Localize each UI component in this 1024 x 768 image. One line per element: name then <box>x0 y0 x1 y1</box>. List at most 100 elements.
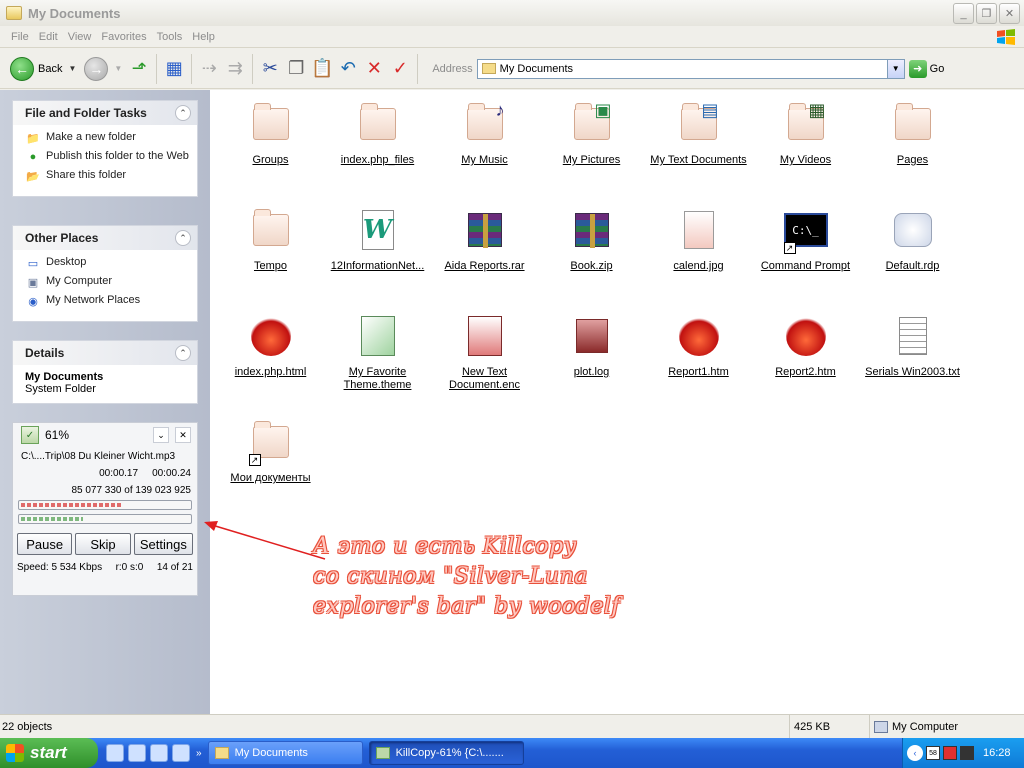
file-item[interactable]: Serials Win2003.txt <box>859 312 966 379</box>
quick-launch-chevron-icon[interactable]: » <box>196 748 202 759</box>
collapse-chevron-icon[interactable]: ⌃ <box>175 105 191 121</box>
views-icon[interactable]: ▦ <box>161 56 187 82</box>
back-button[interactable]: ← Back ▼ <box>6 54 80 84</box>
file-item[interactable]: plot.log <box>538 312 645 379</box>
icon-part <box>250 316 291 356</box>
clock[interactable]: 16:28 <box>983 747 1011 759</box>
file-item[interactable]: index.php_files <box>324 100 431 167</box>
place-network[interactable]: ◉ My Network Places <box>25 294 189 308</box>
file-item[interactable]: Groups <box>217 100 324 167</box>
file-item[interactable]: ▤ My Text Documents <box>645 100 752 167</box>
antivirus-icon[interactable] <box>943 746 957 760</box>
file-label: Groups <box>252 154 289 166</box>
file-label: Report2.htm <box>775 366 836 378</box>
copy-to-icon[interactable]: ⇉ <box>222 56 248 82</box>
file-item[interactable]: My Favorite Theme.theme <box>324 312 431 392</box>
address-dropdown-icon[interactable]: ▼ <box>886 59 904 78</box>
address-label: Address <box>432 62 473 75</box>
log-file-icon <box>568 312 616 360</box>
windows-logo-icon <box>6 744 24 762</box>
menu-help[interactable]: Help <box>187 31 220 43</box>
file-item[interactable]: index.php.html <box>217 312 324 379</box>
taskbar-item-my-documents[interactable]: My Documents <box>207 741 363 765</box>
go-button[interactable]: ➜ Go <box>908 59 945 78</box>
back-arrow-icon: ← <box>10 56 34 81</box>
file-item[interactable]: ▦ My Videos <box>752 100 859 167</box>
properties-icon[interactable]: ✓ <box>387 56 413 82</box>
file-item[interactable]: C:\_ ↗ Command Prompt <box>752 206 859 273</box>
menu-favorites[interactable]: Favorites <box>96 31 151 43</box>
file-folder-tasks-panel: File and Folder Tasks ⌃ 📁 Make a new fol… <box>12 100 198 197</box>
maximize-button[interactable]: ❐ <box>976 3 997 24</box>
network-status-icon[interactable] <box>960 746 974 760</box>
file-label: Default.rdp <box>885 260 940 272</box>
menu-file[interactable]: File <box>6 31 34 43</box>
menu-bar: File Edit View Favorites Tools Help <box>0 26 1024 48</box>
panel-header[interactable]: Details ⌃ <box>13 341 197 365</box>
close-button[interactable]: ✕ <box>999 3 1020 24</box>
settings-button[interactable]: Settings <box>133 533 193 555</box>
file-item[interactable]: New Text Document.enc <box>431 312 538 392</box>
close-icon[interactable]: ✕ <box>175 427 191 443</box>
file-item[interactable]: Pages <box>859 100 966 167</box>
file-item[interactable]: Book.zip <box>538 206 645 273</box>
outlook-icon[interactable] <box>150 744 168 762</box>
task-share-folder[interactable]: 📂 Share this folder <box>25 169 189 183</box>
move-to-icon[interactable]: ⇢ <box>196 56 222 82</box>
up-folder-icon[interactable]: ⬏ <box>126 56 152 82</box>
start-button[interactable]: start <box>0 738 98 768</box>
panel-header[interactable]: File and Folder Tasks ⌃ <box>13 101 197 125</box>
menu-edit[interactable]: Edit <box>34 31 63 43</box>
file-label: Pages <box>896 154 929 166</box>
toolbar-separator <box>417 53 419 84</box>
icon-part <box>785 316 826 356</box>
language-indicator-icon[interactable]: 58 <box>926 746 940 760</box>
file-item[interactable]: ♪ My Music <box>431 100 538 167</box>
go-label: Go <box>929 62 945 75</box>
task-make-new-folder[interactable]: 📁 Make a new folder <box>25 131 189 145</box>
show-hidden-icons-chevron-icon[interactable]: ‹ <box>907 745 923 761</box>
file-item[interactable]: Default.rdp <box>859 206 966 273</box>
collapse-chevron-icon[interactable]: ⌄ <box>153 427 169 443</box>
panel-title: Other Places <box>25 231 99 245</box>
internet-explorer-icon[interactable] <box>106 744 124 762</box>
minimize-button[interactable]: _ <box>953 3 974 24</box>
collapse-chevron-icon[interactable]: ⌃ <box>175 345 191 361</box>
file-label: My Videos <box>779 154 832 166</box>
menu-tools[interactable]: Tools <box>152 31 188 43</box>
title-bar: My Documents _ ❐ ✕ <box>0 0 1024 26</box>
forward-dropdown-icon[interactable]: ▼ <box>114 64 122 73</box>
file-label: My Pictures <box>562 154 621 166</box>
file-item[interactable]: Tempo <box>217 206 324 273</box>
file-item[interactable]: W 12InformationNet... <box>324 206 431 273</box>
file-item[interactable]: Aida Reports.rar <box>431 206 538 273</box>
copy-icon[interactable]: ❐ <box>283 56 309 82</box>
pause-button[interactable]: Pause <box>17 533 73 555</box>
task-publish-web[interactable]: ● Publish this folder to the Web <box>25 150 189 164</box>
media-player-icon[interactable] <box>128 744 146 762</box>
file-item[interactable]: Report2.htm <box>752 312 859 379</box>
file-item[interactable]: ▣ My Pictures <box>538 100 645 167</box>
file-item[interactable]: ↗ Мои документы <box>217 418 324 485</box>
place-my-computer[interactable]: ▣ My Computer <box>25 275 189 289</box>
back-dropdown-icon[interactable]: ▼ <box>68 64 76 73</box>
file-progress-bar <box>18 500 192 510</box>
collapse-chevron-icon[interactable]: ⌃ <box>175 230 191 246</box>
folder-icon <box>214 747 229 759</box>
panel-header[interactable]: Other Places ⌃ <box>13 226 197 250</box>
address-field[interactable]: My Documents ▼ <box>476 58 905 79</box>
menu-view[interactable]: View <box>63 31 97 43</box>
paste-icon[interactable]: 📋 <box>309 56 335 82</box>
show-desktop-icon[interactable] <box>172 744 190 762</box>
file-item[interactable]: Report1.htm <box>645 312 752 379</box>
delete-icon[interactable]: ✕ <box>361 56 387 82</box>
killcopy-elapsed: 00:00.17 <box>99 468 139 479</box>
undo-icon[interactable]: ↶ <box>335 56 361 82</box>
taskbar-item-killcopy[interactable]: KillCopy-61% {C:\....... <box>368 741 524 765</box>
cut-icon[interactable]: ✂ <box>257 56 283 82</box>
skip-button[interactable]: Skip <box>75 533 131 555</box>
toolbar: ← Back ▼ → ▼ ⬏ ▦ ⇢ ⇉ ✂ ❐ 📋 ↶ ✕ ✓ Address… <box>0 49 1024 89</box>
file-item[interactable]: calend.jpg <box>645 206 752 273</box>
forward-button[interactable]: → ▼ <box>80 54 126 84</box>
place-desktop[interactable]: ▭ Desktop <box>25 256 189 270</box>
